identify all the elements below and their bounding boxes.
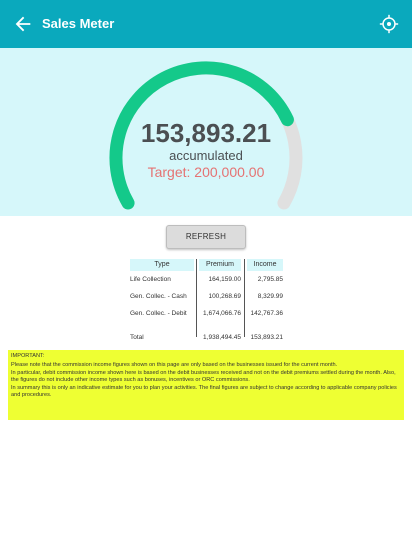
- row-type: Gen. Collec. - Cash: [130, 293, 187, 300]
- total-label: Total: [130, 334, 144, 341]
- row-premium: 164,159.00: [208, 276, 241, 283]
- notice-paragraph: In summary this is only an indicative es…: [11, 385, 397, 398]
- sales-meter-panel: 153,893.21 accumulated Target: 200,000.0…: [0, 48, 412, 216]
- important-notice: IMPORTANT: Please note that the commissi…: [8, 350, 404, 420]
- crosshair-target-icon[interactable]: [378, 13, 400, 35]
- total-income: 153,893.21: [250, 334, 283, 341]
- accumulated-label: accumulated: [169, 148, 243, 163]
- header-premium: Premium: [199, 259, 241, 271]
- row-income: 8,329.99: [257, 293, 283, 300]
- page-title: Sales Meter: [42, 16, 115, 31]
- total-premium: 1,938,494.45: [203, 334, 241, 341]
- row-type: Life Collection: [130, 276, 171, 283]
- refresh-button[interactable]: REFRESH: [166, 225, 246, 249]
- accumulated-value: 153,893.21: [140, 118, 272, 148]
- row-premium: 100,268.69: [208, 293, 241, 300]
- app-bar: Sales Meter: [0, 0, 412, 48]
- arrow-back-icon[interactable]: [12, 13, 34, 35]
- row-premium: 1,674,066.76: [203, 310, 241, 317]
- notice-paragraph: Please note that the commission income f…: [11, 361, 338, 368]
- header-type: Type: [130, 259, 194, 271]
- row-income: 2,795.85: [257, 276, 283, 283]
- column-divider: [244, 259, 245, 337]
- header-income: Income: [247, 259, 283, 271]
- notice-heading: IMPORTANT:: [11, 353, 45, 359]
- column-divider: [196, 259, 197, 337]
- notice-paragraph: In particular, debit commission income s…: [11, 370, 396, 383]
- row-type: Gen. Collec. - Debit: [130, 310, 187, 317]
- row-income: 142,767.36: [250, 310, 283, 317]
- target-label: Target: 200,000.00: [147, 164, 265, 180]
